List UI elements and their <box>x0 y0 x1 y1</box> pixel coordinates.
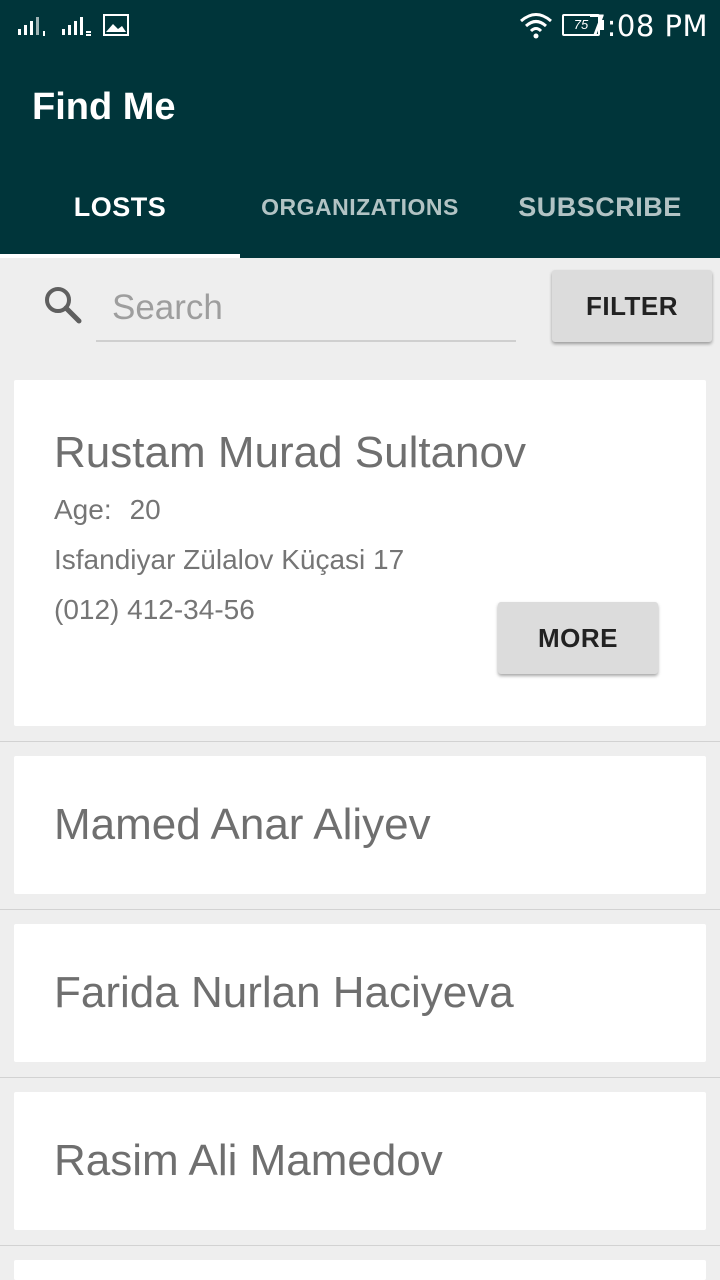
divider <box>0 909 720 910</box>
tab-organizations[interactable]: ORGANIZATIONS <box>240 162 480 258</box>
more-button[interactable]: MORE <box>498 602 658 674</box>
person-name: Rasim Ali Mamedov <box>54 1136 443 1185</box>
image-notification-icon <box>103 14 129 36</box>
signal-sim2-icon <box>62 17 91 36</box>
list-item-expanded[interactable]: Rustam Murad Sultanov Age: 20 Isfandiyar … <box>14 380 706 726</box>
tab-label: SUBSCRIBE <box>518 191 682 222</box>
app-title: Find Me <box>32 86 176 128</box>
tab-subscribe[interactable]: SUBSCRIBE <box>480 162 720 258</box>
list-item-partial[interactable] <box>14 1260 706 1280</box>
search-icon[interactable] <box>42 284 84 326</box>
filter-button[interactable]: FILTER <box>552 270 712 342</box>
list-item[interactable]: Mamed Anar Aliyev <box>14 756 706 894</box>
list-item[interactable]: Rasim Ali Mamedov <box>14 1092 706 1230</box>
person-name: Farida Nurlan Haciyeva <box>54 968 514 1017</box>
person-name: Mamed Anar Aliyev <box>54 800 431 849</box>
wifi-icon <box>520 13 552 39</box>
tab-bar: LOSTS ORGANIZATIONS SUBSCRIBE <box>0 162 720 258</box>
status-bar: 75 7:08 PM <box>0 0 720 52</box>
status-clock: 7:08 PM <box>587 9 708 43</box>
age-label: Age: <box>54 494 112 525</box>
age-value: 20 <box>129 494 161 525</box>
person-name: Rustam Murad Sultanov <box>54 428 526 477</box>
person-address: Isfandiyar Zülalov Küçasi 17 <box>54 544 405 575</box>
person-age: Age: 20 <box>54 494 161 526</box>
signal-sim1-icon <box>18 17 45 36</box>
divider <box>0 741 720 742</box>
search-input[interactable] <box>96 276 516 342</box>
person-phone: (012) 412-34-56 <box>54 594 255 625</box>
tab-losts[interactable]: LOSTS <box>0 162 240 258</box>
search-bar: FILTER <box>0 258 720 368</box>
divider <box>0 1245 720 1246</box>
app-toolbar: Find Me <box>0 52 720 162</box>
tab-label: LOSTS <box>73 191 167 222</box>
divider <box>0 1077 720 1078</box>
tab-label: ORGANIZATIONS <box>261 193 459 220</box>
list-item[interactable]: Farida Nurlan Haciyeva <box>14 924 706 1062</box>
